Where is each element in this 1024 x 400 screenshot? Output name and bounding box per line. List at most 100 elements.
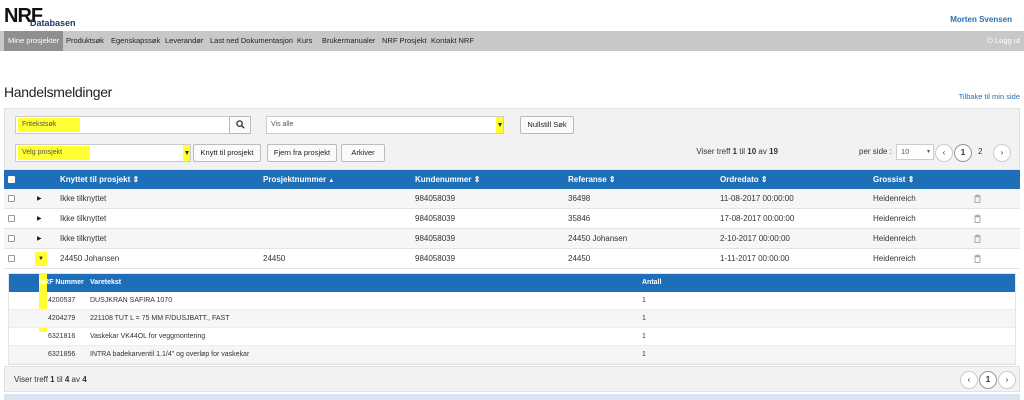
search-input[interactable]: Fritekstsøk [15,116,231,134]
row-checkbox[interactable] [8,255,15,262]
sort-asc-icon: ▲ [328,178,335,184]
logout-label: Logg ut [994,36,1020,45]
next-page-button[interactable]: › [993,144,1011,162]
row-checkbox[interactable] [8,235,15,242]
page-button-1[interactable]: 1 [954,144,972,162]
sort-icon: ⇕ [907,175,915,184]
cell-project-no: 24450 [263,254,286,263]
link-to-project-button[interactable]: Knytt til prosjekt [193,144,261,162]
cell-text: 221108 TUT L = 75 MM F/DUSJBATT., FAST [90,315,230,322]
cell-project: Ikke tilknyttet [60,194,107,203]
cell-text: Vaskekar VK44OL for veggmontering [90,333,206,340]
bottom-strip [4,394,1020,400]
subtable-row: 4204279 221108 TUT L = 75 MM F/DUSJBATT.… [9,310,1015,328]
reset-search-button[interactable]: Nullstill Søk [520,116,574,134]
sort-icon: ⇕ [608,175,616,184]
chevron-left-icon: ‹ [967,375,971,384]
power-icon: ⏻ [986,36,993,45]
page-title: Handelsmeldinger [4,84,113,100]
cell-customer-no: 984058039 [415,214,456,223]
logo-subtitle: Databasen [30,18,76,28]
remove-from-project-button[interactable]: Fjern fra prosjekt [267,144,337,162]
column-header-project-no[interactable]: Prosjektnummer ▲ [263,170,334,191]
trash-icon[interactable] [974,214,981,223]
table-header: Knyttet til prosjekt ⇕ Prosjektnummer ▲ … [4,170,1020,189]
trash-icon[interactable] [974,194,981,203]
table-row[interactable]: ▶ Ikke tilknyttet 984058039 36498 11-08-… [4,189,1020,209]
logout-button[interactable]: ⏻ Logg ut [987,31,1020,51]
column-label: Grossist [873,175,906,184]
filter-select-value: Vis alle [271,121,294,128]
collapse-arrow-icon[interactable]: ▼ [35,252,47,266]
column-label: Prosjektnummer [263,175,327,184]
sort-updown-icon: ▾ [926,149,930,155]
cell-nrf: 4204279 [48,315,76,322]
cell-project: Ikke tilknyttet [60,234,107,243]
nav-item-kurs[interactable]: Kurs [297,31,312,51]
summary-prefix: Viser treff [14,375,51,384]
column-header-order-date[interactable]: Ordredato ⇕ [720,170,768,189]
cell-order-date: 2-10-2017 00:00:00 [720,234,790,243]
nav-item-produktsok[interactable]: Produktsøk [66,31,104,51]
nav-item-last-ned-dokumentasjon[interactable]: Last ned Dokumentasjon [210,31,293,51]
trash-icon[interactable] [974,234,981,243]
column-header-reference[interactable]: Referanse ⇕ [568,170,616,189]
cell-reference: 24450 [568,254,591,263]
cell-customer-no: 984058039 [415,234,456,243]
column-header-wholesaler[interactable]: Grossist ⇕ [873,170,914,189]
archive-button[interactable]: Arkiver [341,144,385,162]
summary-mid2: av [756,147,770,156]
nav-item-nrf-prosjekt[interactable]: NRF Prosjekt [382,31,427,51]
nav-item-egenskapssok[interactable]: Egenskapssøk [111,31,160,51]
column-label: Kundenummer [415,175,472,184]
trash-icon[interactable] [974,254,981,263]
table-row-expanded[interactable]: ▼ 24450 Johansen 24450 984058039 24450 1… [4,249,1020,269]
summary-total: 4 [82,375,87,384]
project-select[interactable]: Velg prosjekt [15,144,191,162]
row-checkbox[interactable] [8,215,15,222]
expand-arrow-icon[interactable]: ▶ [37,209,42,229]
page-button-2[interactable]: 2 [978,147,982,156]
cell-text: DUSJKRAN SAFIRA 1070 [90,297,173,304]
nav-item-brukermanualer[interactable]: Brukermanualer [322,31,375,51]
cell-customer-no: 984058039 [415,194,456,203]
select-all-checkbox[interactable] [8,176,15,183]
expand-arrow-icon[interactable]: ▶ [37,189,42,209]
prev-page-button[interactable]: ‹ [960,371,978,389]
logo[interactable]: NRF Databasen [4,6,84,30]
subtable-row: 4200537 DUSJKRAN SAFIRA 1070 1 [9,292,1015,310]
sort-icon: ⇕ [473,175,481,184]
table-row[interactable]: ▶ Ikke tilknyttet 984058039 35846 17-08-… [4,209,1020,229]
row-checkbox[interactable] [8,195,15,202]
filter-select[interactable]: Vis alle [266,116,504,134]
cell-reference: 36498 [568,194,591,203]
prev-page-button[interactable]: ‹ [935,144,953,162]
page-button-1[interactable]: 1 [979,371,997,389]
subtable-row: 6321856 INTRA badekarventil 1.1/4" og ov… [9,346,1015,364]
search-button[interactable] [229,116,251,134]
per-page-select[interactable]: 10 ▾ [896,144,934,160]
expand-arrow-icon[interactable]: ▶ [37,229,42,249]
cell-reference: 24450 Johansen [568,234,628,243]
subtable-row: 6321816 Vaskekar VK44OL for veggmonterin… [9,328,1015,346]
cell-project: Ikke tilknyttet [60,214,107,223]
nav-item-kontakt-nrf[interactable]: Kontakt NRF [431,31,474,51]
column-header-project[interactable]: Knyttet til prosjekt ⇕ [60,170,139,189]
cell-order-date: 1-11-2017 00:00:00 [720,254,790,263]
nav-item-leverandor[interactable]: Leverandør [165,31,203,51]
summary-to: 10 [747,147,757,156]
chevron-right-icon: › [1005,375,1009,384]
cell-wholesaler: Heidenreich [873,194,916,203]
next-page-button[interactable]: › [998,371,1016,389]
search-placeholder: Fritekstsøk [18,118,81,132]
user-name-link[interactable]: Morten Svensen [950,15,1012,24]
nav-item-mine-prosjekter[interactable]: Mine prosjekter [4,31,64,51]
back-link[interactable]: Tilbake til min side [959,92,1020,101]
cell-nrf: 6321816 [48,333,76,340]
sort-icon: ⇕ [760,175,768,184]
results-footer: Viser treff 1 til 4 av 4 ‹ 1 › [4,366,1020,392]
subtable-column-nrf: NRF Nummer [39,279,84,286]
table-row[interactable]: ▶ Ikke tilknyttet 984058039 24450 Johans… [4,229,1020,249]
column-header-customer-no[interactable]: Kundenummer ⇕ [415,170,480,189]
chevron-left-icon: ‹ [942,148,946,157]
